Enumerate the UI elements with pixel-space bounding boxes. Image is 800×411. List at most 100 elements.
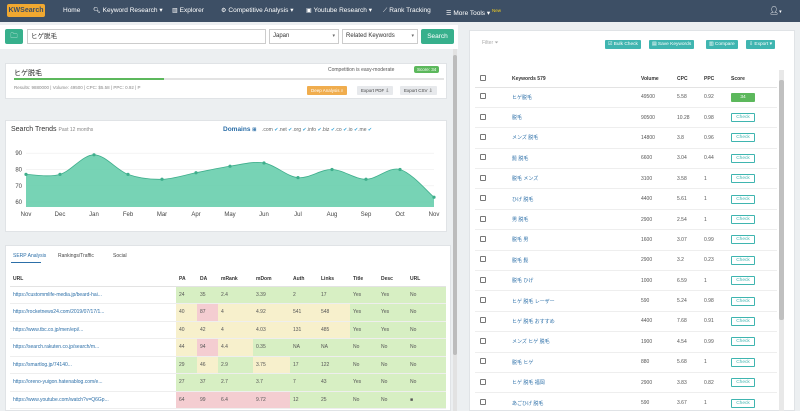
tab-rankings-traffic[interactable]: Rankings/Traffic xyxy=(58,253,94,259)
col-ppc[interactable]: PPC xyxy=(704,71,731,88)
check-button[interactable]: Check xyxy=(731,357,755,367)
col-url-match[interactable]: URL xyxy=(407,273,446,287)
keyword-link[interactable]: 男 脱毛 xyxy=(512,209,641,231)
keyword-link[interactable]: ひげ 脱毛 xyxy=(512,188,641,210)
nav-more-tools[interactable]: ☰ More Tools ▾ New xyxy=(446,0,501,22)
nav-home[interactable]: Home xyxy=(63,0,80,22)
col-keywords[interactable]: Keywords 579 xyxy=(512,71,641,88)
check-button[interactable]: Check xyxy=(731,296,755,306)
check-button[interactable]: Check xyxy=(731,398,755,408)
bulk-check-button[interactable]: ☑ Bulk Check xyxy=(605,40,641,49)
col-auth[interactable]: Auth xyxy=(290,273,318,287)
export-button[interactable]: ⇩ Export ▾ xyxy=(746,40,776,49)
left-scrollbar-thumb[interactable] xyxy=(453,55,457,355)
row-checkbox[interactable] xyxy=(480,93,486,100)
row-checkbox[interactable] xyxy=(480,133,486,140)
keyword-link[interactable]: ヒゲ 脱毛 福岡 xyxy=(512,372,641,394)
research-type-select[interactable]: Related Keywords ▾ xyxy=(342,29,418,44)
keyword-link[interactable]: メンズ 脱毛 xyxy=(512,127,641,149)
row-checkbox[interactable] xyxy=(480,215,486,222)
serp-url-link[interactable]: https://search.rakuten.co.jp/search/m... xyxy=(10,338,176,357)
keyword-link[interactable]: あごひげ 脱毛 xyxy=(512,392,641,411)
serp-url-link[interactable]: https://smartlog.jp/74140... xyxy=(10,356,176,374)
tab-social[interactable]: Social xyxy=(113,253,127,259)
serp-url-link[interactable]: https://oreno-yuigon.hatenablog.com/e... xyxy=(10,373,176,392)
row-checkbox[interactable] xyxy=(480,317,486,324)
check-button[interactable]: Check xyxy=(731,316,755,326)
check-button[interactable]: Check xyxy=(731,194,755,204)
right-scrollbar-thumb[interactable] xyxy=(779,80,784,320)
check-button[interactable]: Check xyxy=(731,337,755,347)
keyword-link[interactable]: ヒゲ 脱毛 おすすめ xyxy=(512,311,641,333)
row-checkbox[interactable] xyxy=(480,358,486,365)
col-title[interactable]: Title xyxy=(350,273,378,287)
col-volume[interactable]: Volume xyxy=(641,71,677,88)
keyword-link[interactable]: 脱毛 髭 xyxy=(512,250,641,272)
serp-url-link[interactable]: https://www.tbc.co.jp/men/epi/... xyxy=(10,321,176,339)
keyword-link[interactable]: 脱毛 ヒゲ xyxy=(512,352,641,373)
domains-label[interactable]: Domains ⊞ xyxy=(223,126,256,133)
nav-competitive-analysis[interactable]: ⚙ Competitive Analysis ▾ xyxy=(221,0,293,22)
deep-analysis-button[interactable]: Deep Analysis ⌕ xyxy=(307,86,348,95)
keyword-input[interactable]: ヒゲ脱毛 xyxy=(27,29,266,44)
domain-co[interactable]: .co xyxy=(335,127,342,133)
col-da[interactable]: DA xyxy=(197,273,218,287)
domain-io[interactable]: .io xyxy=(347,127,352,133)
tab-serp-analysis[interactable]: SERP Analysis xyxy=(13,253,46,259)
col-mrank[interactable]: mRank xyxy=(218,273,253,287)
compare-button[interactable]: ▥ Compare xyxy=(706,40,738,49)
row-checkbox[interactable] xyxy=(480,399,486,406)
nav-rank-tracking[interactable]: ⟋ Rank Tracking xyxy=(383,0,431,22)
user-menu[interactable]: 👤︎▾ xyxy=(769,0,782,22)
app-logo[interactable]: KWSearch xyxy=(7,4,45,17)
col-mdom[interactable]: mDom xyxy=(253,273,290,287)
row-checkbox[interactable] xyxy=(480,256,486,263)
row-checkbox[interactable] xyxy=(480,195,486,202)
country-select[interactable]: Japan ▾ xyxy=(269,29,339,44)
keyword-link[interactable]: ヒゲ 脱毛 レーザー xyxy=(512,290,641,312)
check-button[interactable]: Check xyxy=(731,255,755,265)
nav-explorer[interactable]: ▥ Explorer xyxy=(172,0,204,22)
export-pdf-button[interactable]: Export PDF ⇩ xyxy=(357,86,394,95)
select-all-checkbox[interactable] xyxy=(480,74,486,81)
col-url[interactable]: URL xyxy=(10,273,176,287)
check-button[interactable]: Check xyxy=(731,215,755,225)
keyword-link[interactable]: 脱毛 xyxy=(512,107,641,129)
keyword-link[interactable]: 髭 脱毛 xyxy=(512,148,641,170)
check-button[interactable]: Check xyxy=(731,174,755,184)
serp-url-link[interactable]: https://custommlife-media.jp/beard-hai..… xyxy=(10,286,176,304)
check-button[interactable]: Check xyxy=(731,153,755,163)
row-checkbox[interactable] xyxy=(480,113,486,120)
keyword-link[interactable]: 脱毛 男 xyxy=(512,229,641,251)
check-button[interactable]: Check xyxy=(731,378,755,388)
domain-info[interactable]: .info xyxy=(307,127,316,133)
domain-org[interactable]: .org xyxy=(292,127,301,133)
row-checkbox[interactable] xyxy=(480,337,486,344)
serp-url-link[interactable]: https://rocketnews24.com/2019/07/17/1... xyxy=(10,303,176,322)
col-pa[interactable]: PA xyxy=(176,273,197,287)
keyword-link[interactable]: ヒゲ脱毛 xyxy=(512,87,641,108)
save-keywords-button[interactable]: ▤ Save Keywords xyxy=(649,40,695,49)
keyword-link[interactable]: 脱毛 ひげ xyxy=(512,270,641,292)
row-checkbox[interactable] xyxy=(480,276,486,283)
col-links[interactable]: Links xyxy=(318,273,350,287)
keyword-link[interactable]: 脱毛 メンズ xyxy=(512,168,641,190)
row-checkbox[interactable] xyxy=(480,154,486,161)
nav-youtube-research[interactable]: ▣ Youtube Research ▾ xyxy=(306,0,372,22)
nav-keyword-research[interactable]: 🔍︎ Keyword Research ▾ xyxy=(93,0,163,22)
filter-toggle[interactable]: Filter ⏷ xyxy=(482,40,499,46)
check-button[interactable]: Check xyxy=(731,235,755,245)
domain-me[interactable]: .me xyxy=(358,127,366,133)
row-checkbox[interactable] xyxy=(480,378,486,385)
export-csv-button[interactable]: Export CSV ⇩ xyxy=(400,86,437,95)
check-button[interactable]: Check xyxy=(731,276,755,286)
domain-com[interactable]: .com xyxy=(262,127,273,133)
check-button[interactable]: Check xyxy=(731,113,755,123)
col-cpc[interactable]: CPC xyxy=(677,71,704,88)
row-checkbox[interactable] xyxy=(480,297,486,304)
serp-url-link[interactable]: https://www.youtube.com/watch?v=Q6Gp... xyxy=(10,391,176,409)
col-desc[interactable]: Desc xyxy=(378,273,407,287)
check-button[interactable]: Check xyxy=(731,133,755,143)
domain-biz[interactable]: .biz xyxy=(322,127,330,133)
row-checkbox[interactable] xyxy=(480,235,486,242)
